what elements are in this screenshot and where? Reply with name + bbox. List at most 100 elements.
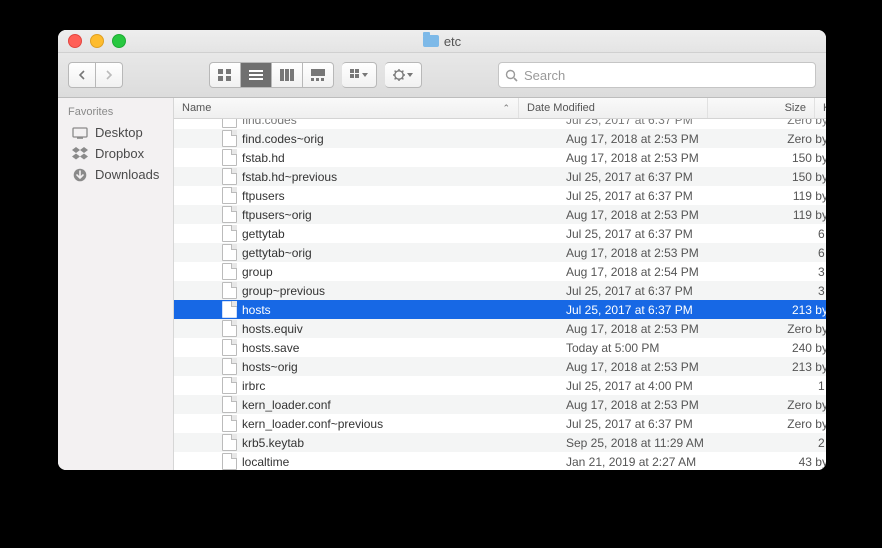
file-name-cell: kern_loader.conf~previous	[174, 415, 558, 432]
column-header-kind-label: Kind	[823, 102, 826, 114]
file-row[interactable]: ftpusers~origAug 17, 2018 at 2:53 PM119 …	[174, 205, 826, 224]
file-size-cell: 213 bytes	[746, 360, 826, 374]
finder-window: etc	[58, 30, 826, 470]
file-name-cell: gettytab	[174, 225, 558, 242]
column-view-button[interactable]	[272, 62, 303, 88]
file-size-cell: 1 KB	[746, 379, 826, 393]
file-size-cell: 119 bytes	[746, 189, 826, 203]
back-button[interactable]	[68, 62, 96, 88]
file-size-cell: Zero bytes	[746, 398, 826, 412]
file-size-cell: 150 bytes	[746, 170, 826, 184]
file-name-cell: hosts~orig	[174, 358, 558, 375]
view-mode-buttons	[209, 62, 334, 88]
column-header-kind[interactable]: Kind	[815, 98, 826, 118]
file-name-label: group	[242, 265, 273, 279]
file-row[interactable]: kern_loader.conf~previousJul 25, 2017 at…	[174, 414, 826, 433]
file-row[interactable]: ftpusersJul 25, 2017 at 6:37 PM119 bytes…	[174, 186, 826, 205]
file-name-label: ftpusers~orig	[242, 208, 312, 222]
file-name-cell: hosts.save	[174, 339, 558, 356]
file-row[interactable]: fstab.hd~previous Jul 25, 2017 at 6:37 PM…	[174, 167, 826, 186]
file-row[interactable]: gettytab~origAug 17, 2018 at 2:53 PM6 KB…	[174, 243, 826, 262]
downloads-icon	[72, 168, 88, 182]
column-header-size-label: Size	[785, 102, 806, 114]
file-row[interactable]: fstab.hdAug 17, 2018 at 2:53 PM150 bytes…	[174, 148, 826, 167]
file-date-cell: Sep 25, 2018 at 11:29 AM	[558, 436, 746, 450]
file-row[interactable]: krb5.keytabSep 25, 2018 at 11:29 AM2 KBD…	[174, 433, 826, 452]
file-row[interactable]: hostsJul 25, 2017 at 6:37 PM213 bytesTex…	[174, 300, 826, 319]
icon-view-button[interactable]	[209, 62, 241, 88]
file-name-label: gettytab	[242, 227, 285, 241]
file-name-label: ftpusers	[242, 189, 285, 203]
file-size-cell: 3 KB	[746, 265, 826, 279]
file-date-cell: Jul 25, 2017 at 6:37 PM	[558, 417, 746, 431]
file-size-cell: Zero bytes	[746, 417, 826, 431]
file-row[interactable]: kern_loader.confAug 17, 2018 at 2:53 PMZ…	[174, 395, 826, 414]
file-row[interactable]: hosts.equivAug 17, 2018 at 2:53 PMZero b…	[174, 319, 826, 338]
file-name-cell: fstab.hd~previous	[174, 168, 558, 185]
arrange-button[interactable]	[342, 62, 377, 88]
file-name-cell: irbrc	[174, 377, 558, 394]
zoom-window-button[interactable]	[112, 34, 126, 48]
file-icon	[222, 415, 237, 432]
forward-button[interactable]	[96, 62, 123, 88]
search-field[interactable]	[498, 62, 816, 88]
file-name-cell: ftpusers~orig	[174, 206, 558, 223]
file-date-cell: Aug 17, 2018 at 2:54 PM	[558, 265, 746, 279]
column-header-name[interactable]: Name ⌃	[174, 98, 519, 118]
titlebar: etc	[58, 30, 826, 53]
file-date-cell: Aug 17, 2018 at 2:53 PM	[558, 151, 746, 165]
sidebar-item-dropbox[interactable]: Dropbox	[58, 143, 173, 164]
file-row[interactable]: group~previousJul 25, 2017 at 6:37 PM3 K…	[174, 281, 826, 300]
file-date-cell: Jul 25, 2017 at 4:00 PM	[558, 379, 746, 393]
file-date-cell: Aug 17, 2018 at 2:53 PM	[558, 360, 746, 374]
file-name-cell: ftpusers	[174, 187, 558, 204]
file-size-cell: Zero bytes	[746, 322, 826, 336]
file-name-label: find.codes	[242, 119, 297, 127]
file-name-cell: localtime	[174, 453, 558, 470]
file-size-cell: 213 bytes	[746, 303, 826, 317]
file-date-cell: Aug 17, 2018 at 2:53 PM	[558, 246, 746, 260]
sidebar-item-downloads[interactable]: Downloads	[58, 164, 173, 185]
file-date-cell: Aug 17, 2018 at 2:53 PM	[558, 322, 746, 336]
file-row[interactable]: groupAug 17, 2018 at 2:54 PM3 KBTextEd	[174, 262, 826, 281]
file-icon	[222, 206, 237, 223]
file-rows[interactable]: find.codesJul 25, 2017 at 6:37 PMZero by…	[174, 119, 826, 470]
file-row[interactable]: find.codesJul 25, 2017 at 6:37 PMZero by…	[174, 119, 826, 129]
file-row[interactable]: find.codes~origAug 17, 2018 at 2:53 PMZe…	[174, 129, 826, 148]
file-name-label: group~previous	[242, 284, 325, 298]
column-header-size[interactable]: Size	[708, 98, 815, 118]
gallery-view-button[interactable]	[303, 62, 334, 88]
file-date-cell: Jul 25, 2017 at 6:37 PM	[558, 303, 746, 317]
file-icon	[222, 168, 237, 185]
search-input[interactable]	[522, 64, 809, 86]
file-icon	[222, 119, 237, 128]
file-row[interactable]: localtimeJan 21, 2019 at 2:27 AM43 bytes…	[174, 452, 826, 470]
sidebar-item-desktop[interactable]: Desktop	[58, 122, 173, 143]
minimize-window-button[interactable]	[90, 34, 104, 48]
navigation-buttons	[68, 62, 123, 88]
folder-icon	[423, 35, 439, 47]
file-icon	[222, 434, 237, 451]
file-name-label: fstab.hd~previous	[242, 170, 337, 184]
list-view-button[interactable]	[241, 62, 272, 88]
dropbox-icon	[72, 147, 88, 161]
file-row[interactable]: hosts~origAug 17, 2018 at 2:53 PM213 byt…	[174, 357, 826, 376]
file-icon	[222, 263, 237, 280]
file-date-cell: Jul 25, 2017 at 6:37 PM	[558, 170, 746, 184]
file-size-cell: 6 KB	[746, 246, 826, 260]
close-window-button[interactable]	[68, 34, 82, 48]
column-headers: Name ⌃ Date Modified Size Kind	[174, 98, 826, 119]
column-header-date[interactable]: Date Modified	[519, 98, 708, 118]
file-name-cell: find.codes~orig	[174, 130, 558, 147]
file-row[interactable]: hosts.saveToday at 5:00 PM240 bytesDocum	[174, 338, 826, 357]
sidebar: Favorites Desktop Dropbox Downloads	[58, 98, 174, 470]
file-row[interactable]: irbrcJul 25, 2017 at 4:00 PM1 KBDocum	[174, 376, 826, 395]
content-area: Favorites Desktop Dropbox Downloads	[58, 98, 826, 470]
file-name-cell: find.codes	[174, 119, 558, 128]
file-row[interactable]: gettytabJul 25, 2017 at 6:37 PM6 KBTextE…	[174, 224, 826, 243]
sidebar-item-label: Desktop	[95, 125, 143, 140]
file-icon	[222, 320, 237, 337]
action-menu-button[interactable]	[385, 62, 422, 88]
file-date-cell: Aug 17, 2018 at 2:53 PM	[558, 398, 746, 412]
sidebar-item-label: Dropbox	[95, 146, 144, 161]
